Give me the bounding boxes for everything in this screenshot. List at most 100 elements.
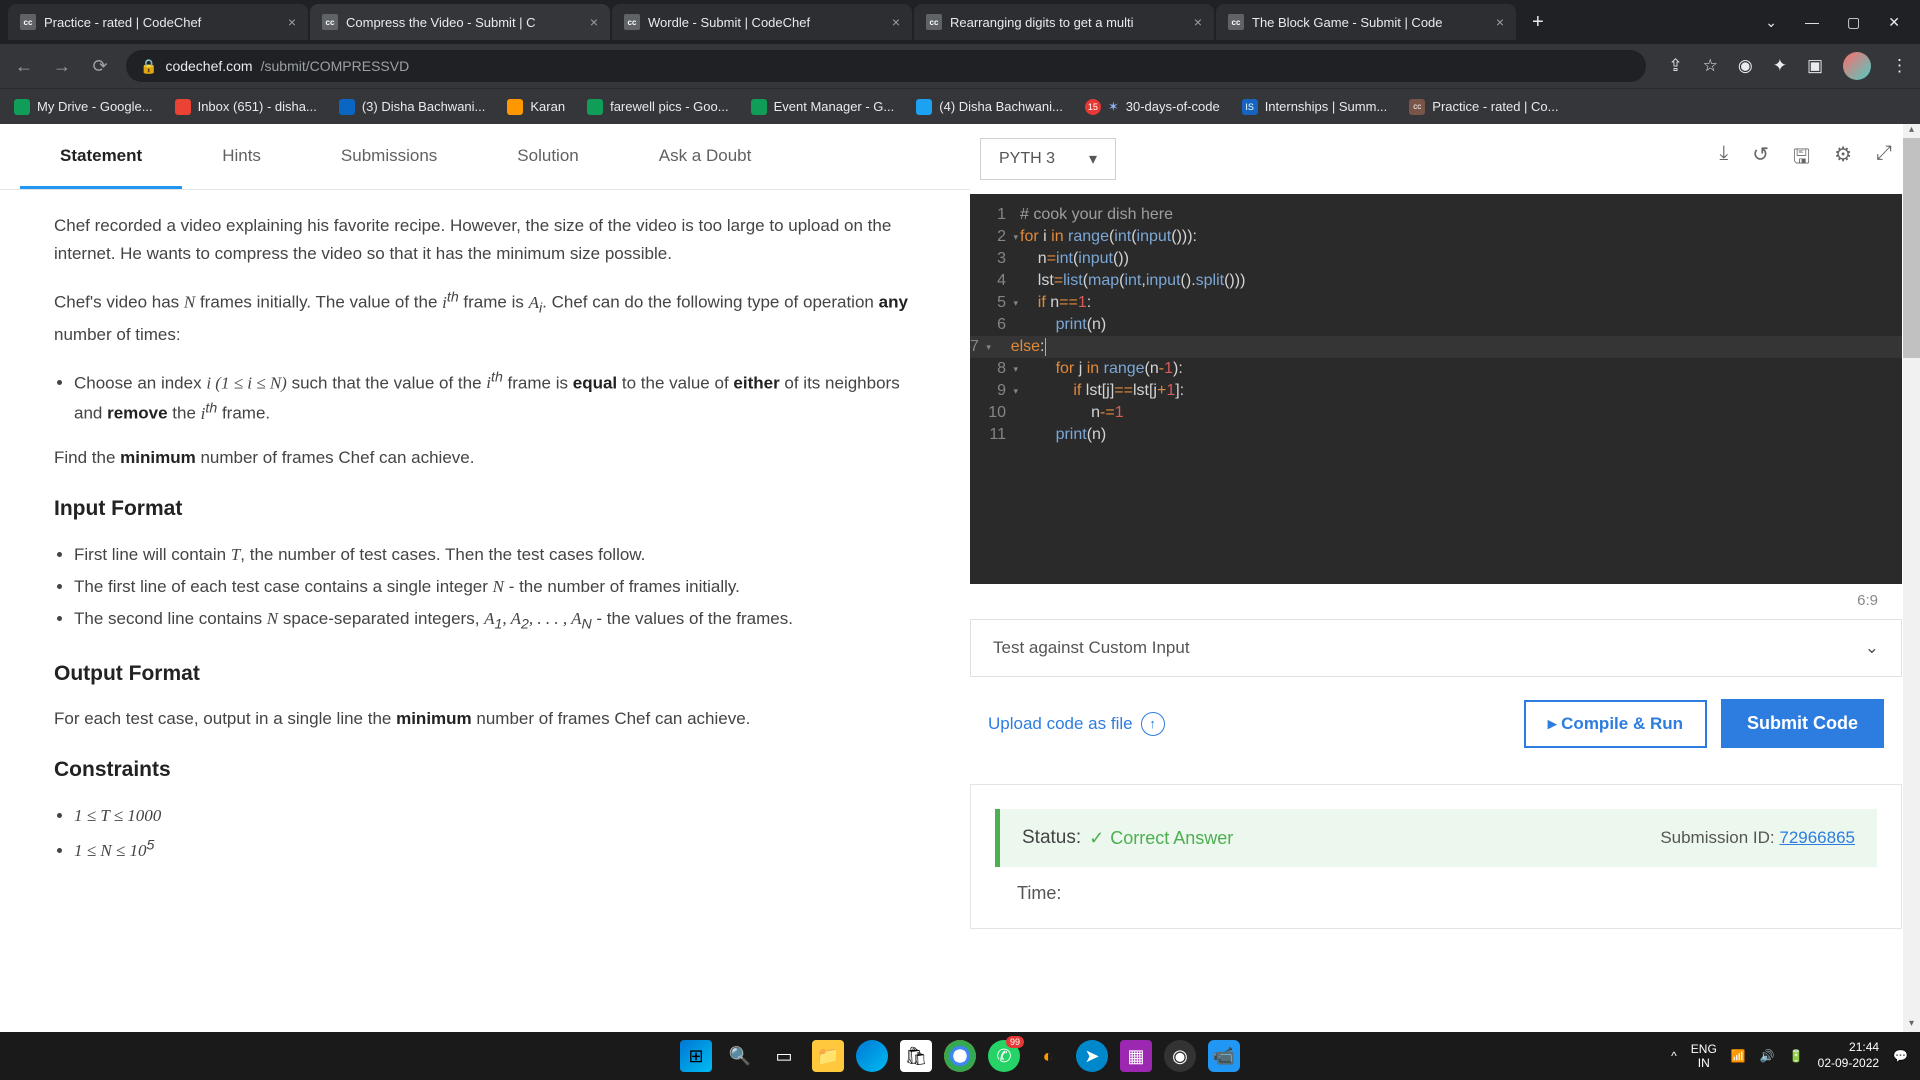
browser-chrome: cc Practice - rated | CodeChef × cc Compres… [0, 0, 1920, 124]
browser-tab[interactable]: ccThe Block Game - Submit | Code× [1216, 4, 1516, 40]
page-content: Statement Hints Submissions Solution Ask… [0, 124, 1920, 1032]
bookmark-item[interactable]: 15✶ 30-days-of-code [1085, 99, 1220, 115]
app-icon[interactable]: ▦ [1120, 1040, 1152, 1072]
submission-link[interactable]: 72966865 [1779, 828, 1855, 847]
bookmark-item[interactable]: farewell pics - Goo... [587, 99, 729, 115]
telegram-icon[interactable]: ➤ [1076, 1040, 1108, 1072]
app-icon[interactable]: ◉ [1164, 1040, 1196, 1072]
clock[interactable]: 21:4402-09-2022 [1818, 1040, 1879, 1071]
search-icon[interactable]: 🔍 [724, 1040, 756, 1072]
browser-tab[interactable]: ccWordle - Submit | CodeChef× [612, 4, 912, 40]
app-icon[interactable]: 📹 [1208, 1040, 1240, 1072]
favicon-icon: cc [322, 14, 338, 30]
tab-title: Practice - rated | CodeChef [44, 15, 280, 30]
bookmark-item[interactable]: ccPractice - rated | Co... [1409, 99, 1558, 115]
notifications-icon[interactable]: 💬 [1893, 1049, 1908, 1063]
editor-toolbar: PYTH 3 ▾ ⤓ ↺ 🖫 ⚙ ⤢ [970, 124, 1902, 194]
browser-tab[interactable]: ccPractice - rated | CodeChef× [8, 4, 308, 40]
custom-input-toggle[interactable]: Test against Custom Input ⌄ [970, 619, 1902, 677]
bookmark-item[interactable]: (3) Disha Bachwani... [339, 99, 486, 115]
tab-doubt[interactable]: Ask a Doubt [619, 124, 792, 189]
bookmark-item[interactable]: ISInternships | Summ... [1242, 99, 1388, 115]
browser-tab-active[interactable]: cc Compress the Video - Submit | C × [310, 4, 610, 40]
share-icon[interactable]: ⇪ [1668, 56, 1682, 76]
list-item: The second line contains N space-separat… [74, 605, 922, 637]
reload-icon[interactable]: ⟳ [88, 56, 112, 77]
tab-solution[interactable]: Solution [477, 124, 618, 189]
store-icon[interactable]: 🛍 [900, 1040, 932, 1072]
scroll-thumb[interactable] [1903, 138, 1920, 358]
download-icon[interactable]: ⤓ [1719, 142, 1728, 176]
tab-statement[interactable]: Statement [20, 124, 182, 189]
language-indicator[interactable]: ENGIN [1691, 1042, 1717, 1071]
page-scrollbar[interactable]: ▴ ▾ [1903, 124, 1920, 1032]
reset-icon[interactable]: ↺ [1752, 142, 1769, 176]
explorer-icon[interactable]: 📁 [812, 1040, 844, 1072]
profile-avatar[interactable] [1843, 52, 1871, 80]
language-select[interactable]: PYTH 3 ▾ [980, 138, 1116, 180]
tab-title: Wordle - Submit | CodeChef [648, 15, 884, 30]
taskview-icon[interactable]: ▭ [768, 1040, 800, 1072]
forward-icon[interactable]: → [50, 56, 74, 77]
volume-icon[interactable]: 🔊 [1760, 1049, 1775, 1063]
time-row: Time: [995, 867, 1877, 904]
camera-icon[interactable]: ◉ [1738, 56, 1753, 76]
sidepanel-icon[interactable]: ▣ [1807, 56, 1823, 76]
chevron-up-icon[interactable]: ^ [1671, 1049, 1677, 1063]
compile-run-button[interactable]: ▸ Compile & Run [1524, 700, 1707, 748]
url-field[interactable]: 🔒 codechef.com/submit/COMPRESSVD [126, 50, 1646, 82]
editor-pane: PYTH 3 ▾ ⤓ ↺ 🖫 ⚙ ⤢ 1# cook your dish her… [970, 124, 1920, 1032]
close-icon[interactable]: × [288, 14, 296, 30]
save-icon[interactable]: 🖫 [1793, 142, 1810, 176]
bookmark-item[interactable]: (4) Disha Bachwani... [916, 99, 1063, 115]
browser-tab[interactable]: ccRearranging digits to get a multi× [914, 4, 1214, 40]
upload-link[interactable]: Upload code as file ↑ [988, 712, 1165, 736]
close-window-icon[interactable]: ✕ [1888, 14, 1900, 31]
bookmark-item[interactable]: Karan [507, 99, 565, 115]
problem-list: Choose an index i (1 ≤ i ≤ N) such that … [54, 367, 922, 428]
settings-icon[interactable]: ⚙ [1834, 142, 1852, 176]
toolbar-right: ⇪ ☆ ◉ ✦ ▣ ⋮ [1668, 52, 1908, 80]
whatsapp-icon[interactable]: ✆99 [988, 1040, 1020, 1072]
problem-para: Chef's video has N frames initially. The… [54, 286, 922, 348]
bookmark-icon [507, 99, 523, 115]
expand-icon[interactable]: ⤢ [1876, 142, 1892, 176]
close-icon[interactable]: × [1194, 14, 1202, 30]
scroll-down-icon[interactable]: ▾ [1903, 1018, 1920, 1032]
battery-icon[interactable]: 🔋 [1789, 1049, 1804, 1063]
chrome-icon[interactable] [944, 1040, 976, 1072]
notification-badge: 99 [1006, 1036, 1024, 1048]
close-icon[interactable]: × [892, 14, 900, 30]
tab-hints[interactable]: Hints [182, 124, 301, 189]
start-icon[interactable]: ⊞ [680, 1040, 712, 1072]
drive-icon [751, 99, 767, 115]
menu-icon[interactable]: ⋮ [1891, 56, 1908, 76]
extensions-icon[interactable]: ✦ [1773, 56, 1787, 76]
custom-input-label: Test against Custom Input [993, 638, 1190, 658]
bookmark-item[interactable]: Inbox (651) - disha... [175, 99, 317, 115]
edge-icon[interactable] [856, 1040, 888, 1072]
back-icon[interactable]: ← [12, 56, 36, 77]
submit-code-button[interactable]: Submit Code [1721, 699, 1884, 748]
list-item: 1 ≤ T ≤ 1000 [74, 802, 922, 830]
maximize-icon[interactable]: ▢ [1847, 14, 1860, 31]
wifi-icon[interactable]: 📶 [1731, 1049, 1746, 1063]
tab-title: Compress the Video - Submit | C [346, 15, 582, 30]
new-tab-button[interactable]: + [1518, 11, 1558, 34]
taskbar-center: ⊞ 🔍 ▭ 📁 🛍 ✆99 ◐ ➤ ▦ ◉ 📹 [680, 1040, 1240, 1072]
chevron-down-icon[interactable]: ⌄ [1765, 14, 1777, 31]
drive-icon [587, 99, 603, 115]
close-icon[interactable]: × [590, 14, 598, 30]
code-editor[interactable]: 1# cook your dish here 2▾for i in range(… [970, 194, 1902, 584]
problem-body[interactable]: Chef recorded a video explaining his fav… [0, 190, 970, 891]
bookmark-item[interactable]: Event Manager - G... [751, 99, 895, 115]
scroll-up-icon[interactable]: ▴ [1903, 124, 1920, 138]
minimize-icon[interactable]: — [1805, 14, 1819, 31]
star-icon[interactable]: ☆ [1703, 56, 1718, 76]
close-icon[interactable]: × [1496, 14, 1504, 30]
badge-icon: 15 [1085, 99, 1101, 115]
bookmarks-bar: My Drive - Google... Inbox (651) - disha… [0, 88, 1920, 124]
app-icon[interactable]: ◐ [1032, 1040, 1064, 1072]
tab-submissions[interactable]: Submissions [301, 124, 477, 189]
bookmark-item[interactable]: My Drive - Google... [14, 99, 153, 115]
